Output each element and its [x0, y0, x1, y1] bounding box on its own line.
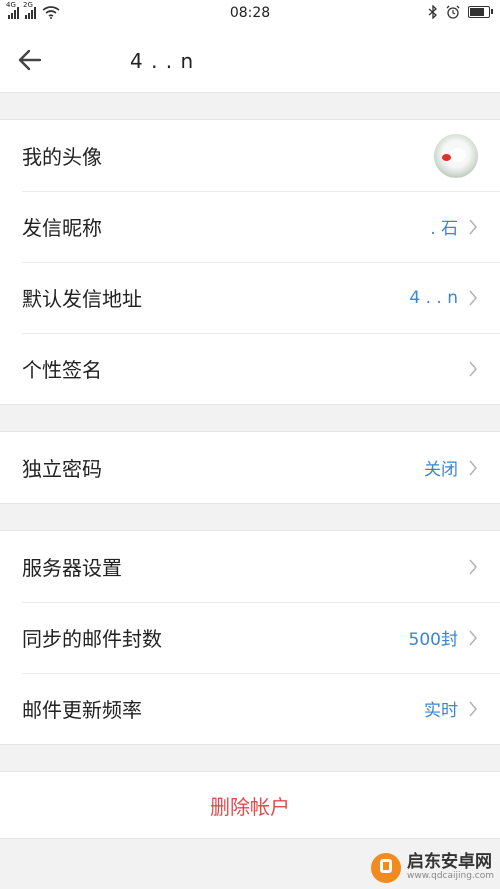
- update-frequency-row[interactable]: 邮件更新频率 实时: [0, 673, 500, 744]
- sender-nickname-row[interactable]: 发信昵称 . 石: [0, 191, 500, 262]
- independent-password-value: 关闭: [424, 460, 458, 480]
- status-icons: [428, 5, 493, 19]
- watermark-main-text: 启东安卓网: [406, 852, 492, 873]
- chevron-right-icon: [469, 218, 478, 235]
- independent-password-row[interactable]: 独立密码 关闭: [0, 432, 500, 503]
- chevron-right-icon: [469, 629, 478, 646]
- signature-row[interactable]: 个性签名: [0, 333, 500, 404]
- alarm-icon: [446, 5, 460, 19]
- delete-account-button[interactable]: 删除帐户: [0, 771, 500, 839]
- update-frequency-value: 实时: [424, 701, 458, 721]
- sync-count-label: 同步的邮件封数: [22, 627, 162, 651]
- chevron-right-icon: [469, 360, 478, 377]
- avatar-label: 我的头像: [22, 145, 102, 169]
- sender-nickname-value: . 石: [430, 219, 458, 239]
- independent-password-label: 独立密码: [22, 457, 102, 481]
- avatar[interactable]: [434, 133, 478, 178]
- account-title: 4 . . n: [130, 49, 195, 73]
- bluetooth-icon: [428, 5, 437, 19]
- watermark: 启东安卓网 www.qdcaijing.com: [370, 852, 494, 883]
- chevron-right-icon: [469, 459, 478, 476]
- default-sender-address-row[interactable]: 默认发信地址 4 . . n: [0, 262, 500, 333]
- signature-label: 个性签名: [22, 358, 102, 382]
- sync-count-row[interactable]: 同步的邮件封数 500封: [0, 602, 500, 673]
- avatar-row[interactable]: 我的头像: [0, 120, 500, 191]
- profile-section: 我的头像 发信昵称 . 石 默认发信地址 4 . . n 个性签名: [0, 119, 500, 405]
- battery-icon: [468, 6, 493, 18]
- chevron-right-icon: [469, 289, 478, 306]
- watermark-sub-text: www.qdcaijing.com: [406, 871, 494, 882]
- security-section: 独立密码 关闭: [0, 431, 500, 504]
- sender-nickname-label: 发信昵称: [22, 216, 102, 240]
- status-bar: 4G 2G 08:28: [0, 0, 500, 28]
- sync-count-value: 500封: [408, 630, 458, 650]
- chevron-right-icon: [469, 558, 478, 575]
- chevron-right-icon: [469, 700, 478, 717]
- default-sender-address-value: 4 . . n: [409, 287, 458, 308]
- server-settings-label: 服务器设置: [22, 556, 122, 580]
- server-section: 服务器设置 同步的邮件封数 500封 邮件更新频率 实时: [0, 530, 500, 745]
- default-sender-address-label: 默认发信地址: [22, 287, 142, 311]
- clock: 08:28: [229, 5, 271, 21]
- back-arrow-icon[interactable]: [14, 44, 46, 76]
- server-settings-row[interactable]: 服务器设置: [0, 531, 500, 602]
- update-frequency-label: 邮件更新频率: [22, 698, 142, 722]
- header: 4 . . n: [0, 28, 500, 93]
- watermark-logo-icon: [370, 853, 401, 883]
